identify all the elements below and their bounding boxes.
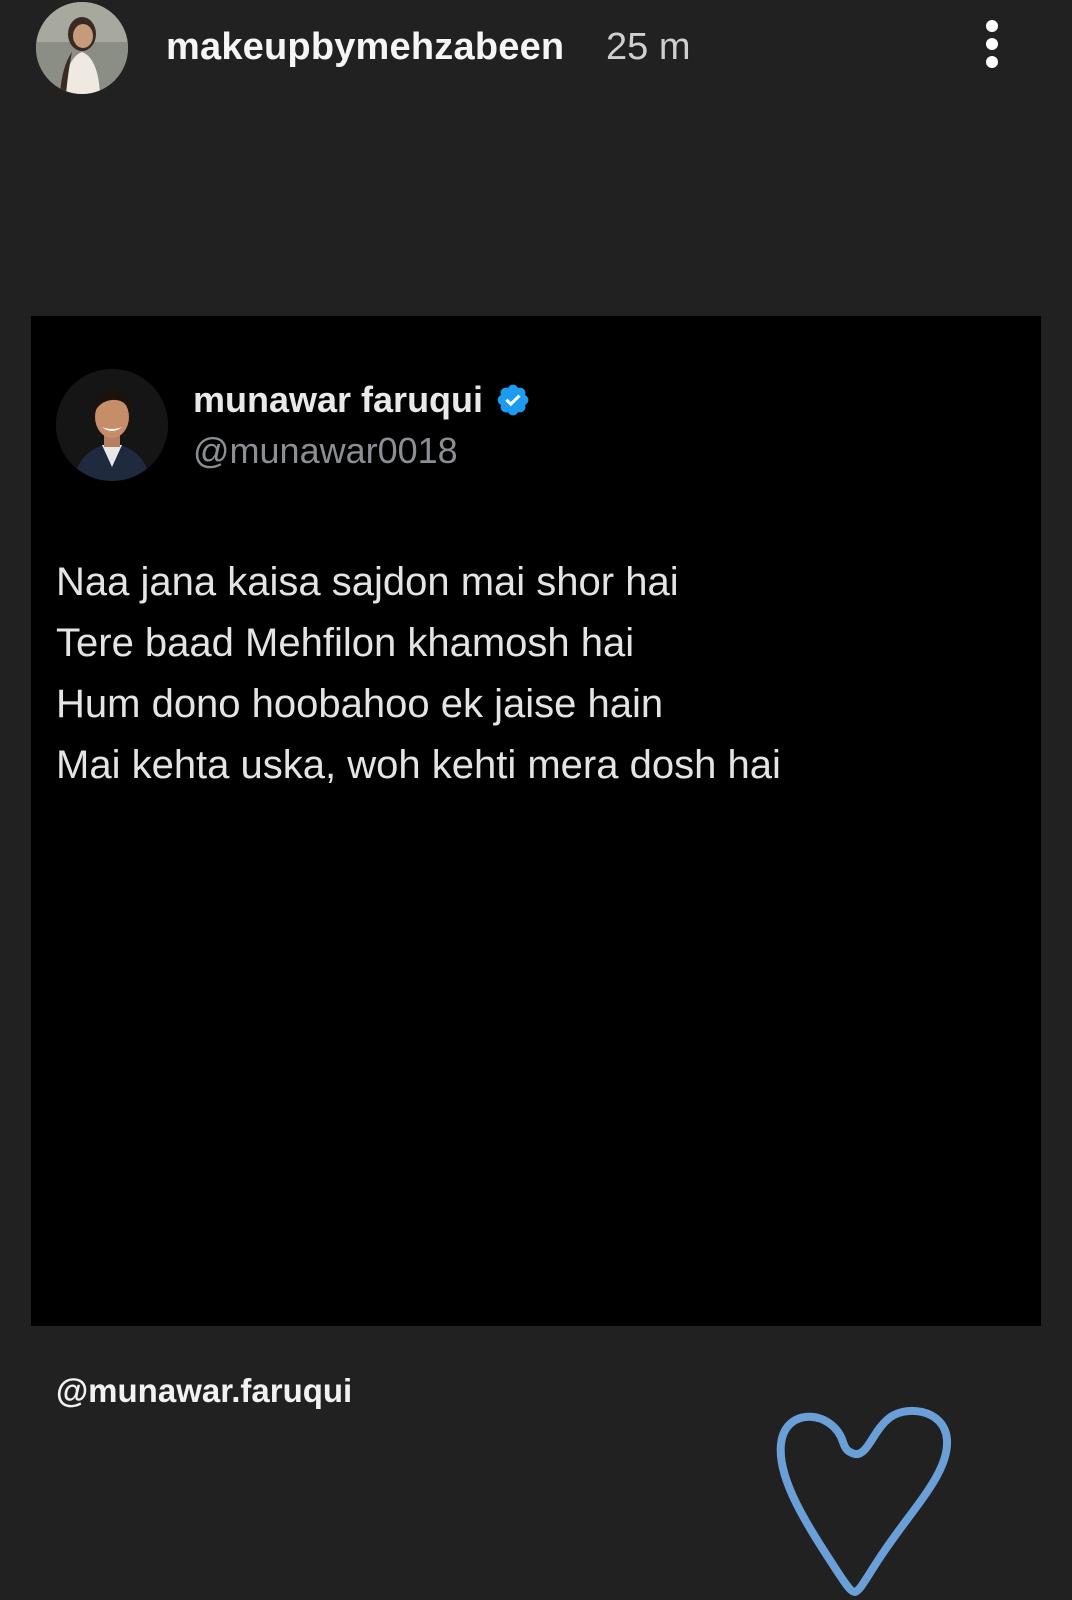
more-icon-dot	[986, 38, 998, 50]
more-options-button[interactable]	[976, 16, 1008, 72]
mention-sticker[interactable]: @munawar.faruqui	[56, 1372, 352, 1410]
tweet-author-name: munawar faruqui	[193, 379, 484, 420]
tweet-line: Mai kehta uska, woh kehti mera dosh hai	[56, 743, 781, 787]
story-header: makeupbymehzabeen 25 m	[0, 0, 1072, 100]
heart-icon	[776, 1406, 952, 1596]
more-icon-dot	[986, 20, 998, 32]
tweet-author-avatar	[56, 369, 168, 481]
story-username[interactable]: makeupbymehzabeen	[166, 26, 564, 69]
more-icon-dot	[986, 56, 998, 68]
tweet-line: Hum dono hoobahoo ek jaise hain	[56, 682, 664, 726]
author-photo-icon	[56, 369, 168, 481]
tweet-author-handle: @munawar0018	[193, 430, 458, 471]
tweet-screenshot: munawar faruqui @munawar0018 Naa jana ka…	[31, 316, 1041, 1326]
tweet-author-row: munawar faruqui	[193, 378, 531, 422]
profile-photo-icon	[36, 2, 128, 94]
story-avatar[interactable]	[36, 2, 128, 94]
story-timestamp: 25 m	[606, 26, 691, 68]
tweet-line: Naa jana kaisa sajdon mai shor hai	[56, 560, 679, 604]
tweet-text: Naa jana kaisa sajdon mai shor hai Tere …	[56, 552, 1006, 796]
tweet-line: Tere baad Mehfilon khamosh hai	[56, 621, 635, 665]
verified-badge-icon	[497, 384, 529, 416]
